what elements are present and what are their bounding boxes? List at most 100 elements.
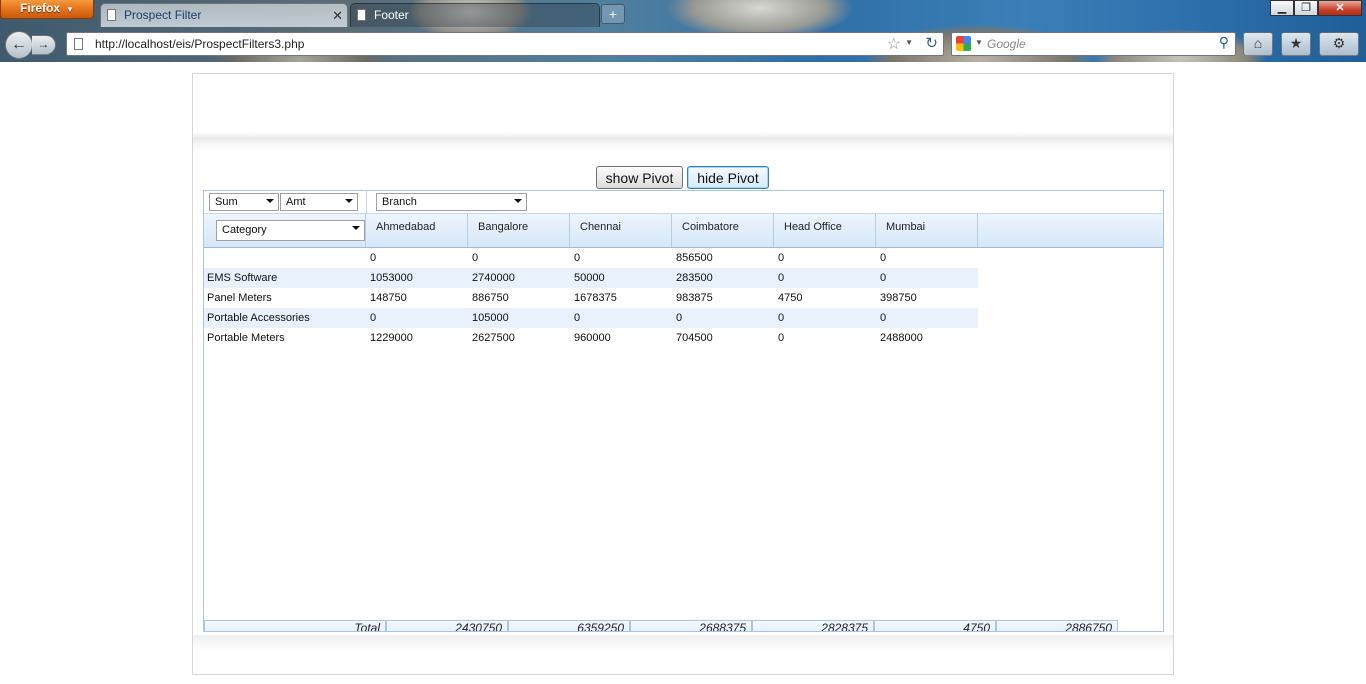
table-row: Portable Accessories 0 105000 0 0 0 0 [204, 308, 978, 328]
table-cell: 2740000 [472, 272, 515, 284]
url-text: http://localhost/eis/ProspectFilters3.ph… [95, 37, 305, 51]
page-icon [107, 9, 116, 21]
totals-row: Total 2430750 6359250 2688375 2828375 47… [204, 620, 1118, 631]
table-cell: 0 [778, 332, 785, 344]
table-cell: 0 [778, 252, 785, 264]
address-bar[interactable]: http://localhost/eis/ProspectFilters3.ph… [66, 32, 944, 56]
table-cell: 0 [574, 312, 581, 324]
column-header[interactable]: Bangalore [468, 214, 570, 247]
table-cell: 398750 [880, 292, 917, 304]
table-cell: 148750 [370, 292, 407, 304]
close-window-button[interactable]: ✕ [1318, 0, 1362, 16]
table-cell: 2488000 [880, 332, 923, 344]
firefox-menu-button[interactable]: Firefox ▼ [0, 0, 94, 19]
table-cell: 0 [676, 312, 683, 324]
navigation-toolbar: ← → http://localhost/eis/ProspectFilters… [0, 28, 1366, 60]
table-cell: 0 [370, 312, 377, 324]
tab-label: Prospect Filter [124, 8, 202, 22]
header-banner [193, 74, 1173, 152]
chevron-down-icon[interactable]: ▼ [905, 38, 913, 47]
pivot-header-row: Category Ahmedabad Bangalore Chennai Coi… [204, 214, 1163, 248]
row-label: Panel Meters [207, 292, 272, 304]
column-field-value: Branch [382, 196, 417, 208]
page-container: show Pivot hide Pivot Sum Amt Branch Cat… [192, 73, 1174, 675]
forward-button[interactable]: → [32, 35, 56, 55]
total-cell: 2430750 [386, 620, 508, 631]
table-cell: 1229000 [370, 332, 413, 344]
new-tab-button[interactable]: + [601, 4, 625, 24]
measure-value: Amt [286, 196, 306, 208]
tab-prospect-filter[interactable]: Prospect Filter ✕ [100, 3, 348, 27]
table-cell: 983875 [676, 292, 713, 304]
minimize-button[interactable]: ▁ [1270, 0, 1294, 16]
table-row: EMS Software 1053000 2740000 50000 28350… [204, 268, 978, 288]
home-button[interactable]: ⌂ [1243, 32, 1273, 56]
table-cell: 856500 [676, 252, 713, 264]
column-header[interactable]: Coimbatore [672, 214, 774, 247]
total-label: Total [204, 620, 386, 631]
aggregate-select[interactable]: Sum [209, 193, 279, 211]
pivot-toolbar: Sum Amt Branch [204, 191, 1163, 214]
total-cell: 2886750 [996, 620, 1118, 631]
measure-select[interactable]: Amt [280, 193, 358, 211]
total-cell: 4750 [874, 620, 996, 631]
table-cell: 960000 [574, 332, 611, 344]
search-bar[interactable]: ▼ Google ⚲ [951, 32, 1236, 56]
show-pivot-button[interactable]: show Pivot [596, 166, 683, 189]
dropdown-arrow-icon [352, 226, 360, 230]
table-cell: 0 [778, 272, 785, 284]
table-cell: 886750 [472, 292, 509, 304]
table-cell: 105000 [472, 312, 509, 324]
google-icon[interactable] [956, 36, 971, 51]
divider [366, 191, 367, 213]
chevron-down-icon[interactable]: ▼ [975, 38, 983, 47]
table-row: 0 0 0 856500 0 0 [204, 248, 978, 268]
row-field-value: Category [222, 224, 267, 236]
footer-band [193, 635, 1173, 653]
bookmarks-button[interactable]: ★ [1281, 32, 1311, 56]
table-cell: 0 [370, 252, 377, 264]
row-label: Portable Meters [207, 332, 285, 344]
table-cell: 0 [880, 312, 887, 324]
search-icon[interactable]: ⚲ [1219, 34, 1229, 51]
browser-chrome: Firefox ▼ Prospect Filter ✕ Footer + ▁ ❐ … [0, 0, 1366, 62]
table-cell: 0 [574, 252, 581, 264]
table-cell: 2627500 [472, 332, 515, 344]
firefox-menu-label: Firefox [20, 1, 61, 15]
table-row: Portable Meters 1229000 2627500 960000 7… [204, 328, 978, 348]
table-cell: 0 [472, 252, 479, 264]
table-row: Panel Meters 148750 886750 1678375 98387… [204, 288, 978, 308]
tools-button[interactable]: ⚙ [1319, 32, 1359, 56]
dropdown-arrow-icon [266, 199, 274, 203]
table-cell: 0 [880, 272, 887, 284]
total-cell: 2828375 [752, 620, 874, 631]
column-header[interactable]: Mumbai [876, 214, 978, 247]
page-icon [357, 9, 366, 21]
page-icon [74, 38, 83, 50]
table-cell: 1678375 [574, 292, 617, 304]
row-field-select[interactable]: Category [216, 220, 365, 241]
table-cell: 704500 [676, 332, 713, 344]
tab-footer[interactable]: Footer [350, 3, 600, 27]
restore-button[interactable]: ❐ [1294, 0, 1318, 16]
row-label: EMS Software [207, 272, 278, 284]
dropdown-arrow-icon [514, 199, 522, 203]
reload-icon[interactable]: ↻ [925, 34, 938, 52]
bookmark-star-icon[interactable]: ☆ [887, 34, 901, 54]
table-cell: 50000 [574, 272, 605, 284]
column-header[interactable]: Head Office [774, 214, 876, 247]
back-button[interactable]: ← [5, 31, 33, 59]
column-field-select[interactable]: Branch [376, 193, 527, 211]
column-header[interactable]: Chennai [570, 214, 672, 247]
total-cell: 2688375 [630, 620, 752, 631]
dropdown-arrow-icon [345, 199, 353, 203]
column-header[interactable]: Ahmedabad [366, 214, 468, 247]
pivot-table: Sum Amt Branch Category Ahmedabad Bangal… [203, 190, 1164, 632]
chevron-down-icon: ▼ [66, 5, 74, 14]
table-cell: 0 [778, 312, 785, 324]
tab-label: Footer [374, 8, 409, 22]
hide-pivot-button[interactable]: hide Pivot [687, 166, 769, 189]
table-cell: 0 [880, 252, 887, 264]
row-field-header: Category [204, 214, 366, 247]
close-tab-icon[interactable]: ✕ [332, 4, 343, 27]
